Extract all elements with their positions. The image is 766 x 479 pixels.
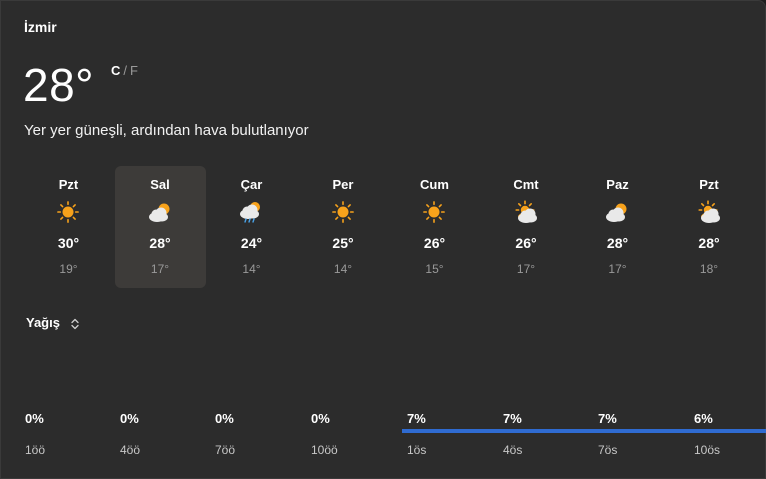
precipitation-hour: 6% 10ös (689, 401, 766, 465)
daily-forecast: Pzt 30° 19° Sal 28° 17° Çar 24° 14° Per 25° 14° Cum 2… (23, 166, 766, 288)
low-temperature: 14° (242, 262, 261, 276)
precipitation-selector[interactable]: Yağış (26, 315, 81, 331)
day-sal[interactable]: Sal 28° 17° (114, 166, 206, 288)
low-temperature: 14° (333, 262, 353, 276)
high-temperature: 26° (423, 235, 446, 251)
low-temperature: 17° (516, 262, 536, 276)
hour-label: 4öö (120, 443, 141, 457)
day-cmt[interactable]: Cmt 26° 17° (481, 166, 572, 288)
day-pzt[interactable]: Pzt 30° 19° (23, 166, 114, 288)
unit-separator: / (123, 63, 128, 78)
hour-label: 1öö (25, 443, 46, 457)
day-name: Pzt (699, 177, 719, 192)
precipitation-bar (593, 429, 689, 433)
high-temperature: 30° (57, 235, 80, 251)
day-çar[interactable]: Çar 24° 14° (206, 166, 297, 288)
mostly-sunny-icon (697, 200, 721, 224)
high-temperature: 28° (149, 235, 171, 251)
sunny-icon (422, 200, 446, 224)
sunny-icon (56, 200, 80, 224)
day-paz[interactable]: Paz 28° 17° (572, 166, 663, 288)
precipitation-bar (498, 429, 594, 433)
low-temperature: 17° (150, 262, 170, 276)
partly-cloudy-icon (605, 200, 629, 224)
precipitation-percent: 7% (503, 411, 522, 426)
unit-toggle: C / F (111, 63, 138, 78)
day-name: Cum (420, 177, 449, 192)
hour-label: 7ös (598, 443, 618, 457)
partly-cloudy-icon (148, 200, 172, 224)
high-temperature: 28° (606, 235, 629, 251)
weather-card: İzmir 28° C / F Yer yer güneşli, ardından … (0, 0, 766, 479)
hour-label: 10ös (694, 443, 721, 457)
high-temperature: 24° (240, 235, 263, 251)
precipitation-hours: 0% 1öö 0% 4öö 0% 7öö 0% 10öö 7% 1ös 7% 4ös 7% 7ös 6% 10… (1, 401, 766, 471)
fahrenheit-toggle[interactable]: F (130, 63, 138, 78)
precipitation-bar (402, 429, 498, 433)
high-temperature: 26° (515, 235, 537, 251)
weather-summary: Yer yer güneşli, ardından hava bulutlanı… (24, 122, 309, 139)
hour-label: 10öö (311, 443, 338, 457)
celsius-toggle[interactable]: C (111, 63, 120, 78)
hour-label: 4ös (503, 443, 523, 457)
day-name: Paz (606, 177, 629, 192)
precipitation-hour: 0% 1öö (25, 401, 119, 465)
precipitation-hour: 7% 1ös (402, 401, 501, 465)
day-pzt[interactable]: Pzt 28° 18° (664, 166, 755, 288)
hour-label: 7öö (215, 443, 236, 457)
high-temperature: 28° (698, 235, 720, 251)
rain-cloud-icon (239, 200, 263, 224)
mostly-sunny-icon (514, 200, 538, 224)
precipitation-label: Yağış (26, 315, 60, 330)
day-name: Cmt (513, 177, 539, 192)
precipitation-hour: 0% 4öö (120, 401, 214, 465)
low-temperature: 17° (608, 262, 627, 276)
day-name: Sal (150, 177, 170, 192)
precipitation-percent: 0% (25, 411, 44, 426)
precipitation-hour: 7% 4ös (498, 401, 597, 465)
low-temperature: 19° (59, 262, 78, 276)
high-temperature: 25° (332, 235, 354, 251)
precipitation-percent: 7% (598, 411, 617, 426)
day-per[interactable]: Per 25° 14° (298, 166, 389, 288)
city-name: İzmir (24, 19, 57, 35)
low-temperature: 15° (425, 262, 444, 276)
day-name: Per (332, 177, 354, 192)
day-cum[interactable]: Cum 26° 15° (389, 166, 480, 288)
precipitation-percent: 7% (407, 411, 426, 426)
chevron-up-down-icon (69, 317, 81, 331)
day-name: Çar (240, 177, 263, 192)
precipitation-bar (689, 429, 766, 433)
sunny-icon (331, 200, 355, 224)
precipitation-percent: 0% (311, 411, 330, 426)
precipitation-hour: 7% 7ös (593, 401, 692, 465)
precipitation-percent: 6% (694, 411, 713, 426)
precipitation-hour: 0% 7öö (215, 401, 309, 465)
precipitation-percent: 0% (120, 411, 139, 426)
current-temperature: 28° (23, 59, 95, 111)
precipitation-percent: 0% (215, 411, 234, 426)
low-temperature: 18° (699, 262, 719, 276)
hour-label: 1ös (407, 443, 427, 457)
day-name: Pzt (58, 177, 79, 192)
precipitation-hour: 0% 10öö (311, 401, 405, 465)
